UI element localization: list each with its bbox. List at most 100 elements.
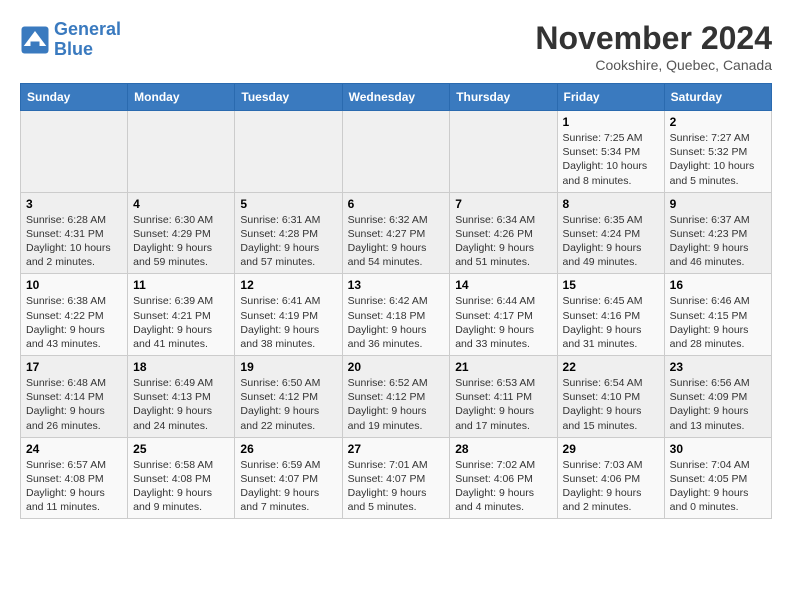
day-info: Sunrise: 6:34 AM Sunset: 4:26 PM Dayligh… [455,213,551,270]
weekday-header: Friday [557,84,664,111]
calendar-cell: 11 Sunrise: 6:39 AM Sunset: 4:21 PM Dayli… [128,274,235,356]
day-number: 10 [26,278,122,292]
day-info: Sunrise: 7:04 AM Sunset: 4:05 PM Dayligh… [670,458,766,515]
day-info: Sunrise: 6:54 AM Sunset: 4:10 PM Dayligh… [563,376,659,433]
day-number: 6 [348,197,445,211]
calendar-row: 17Sunrise: 6:48 AM Sunset: 4:14 PM Dayli… [21,356,772,438]
calendar-row: 1Sunrise: 7:25 AM Sunset: 5:34 PM Daylig… [21,111,772,193]
calendar-cell: 8 Sunrise: 6:35 AM Sunset: 4:24 PM Daylig… [557,192,664,274]
weekday-header: Sunday [21,84,128,111]
calendar-cell: 21 Sunrise: 6:53 AM Sunset: 4:11 PM Dayli… [450,356,557,438]
day-number: 30 [670,442,766,456]
day-number: 18 [133,360,229,374]
logo: General Blue [20,20,121,60]
calendar-cell: 24 Sunrise: 6:57 AM Sunset: 4:08 PM Dayli… [21,437,128,519]
calendar-row: 10 Sunrise: 6:38 AM Sunset: 4:22 PM Dayli… [21,274,772,356]
day-number: 4 [133,197,229,211]
calendar-cell [21,111,128,193]
calendar-cell [128,111,235,193]
calendar-cell: 19 Sunrise: 6:50 AM Sunset: 4:12 PM Dayli… [235,356,342,438]
logo-line2: Blue [54,39,93,59]
day-number: 9 [670,197,766,211]
weekday-header: Saturday [664,84,771,111]
day-info: Sunrise: 6:45 AM Sunset: 4:16 PM Dayligh… [563,294,659,351]
day-info: Sunrise: 6:50 AM Sunset: 4:12 PM Dayligh… [240,376,336,433]
day-info: Sunrise: 6:46 AM Sunset: 4:15 PM Dayligh… [670,294,766,351]
day-info: Sunrise: 6:31 AM Sunset: 4:28 PM Dayligh… [240,213,336,270]
day-number: 5 [240,197,336,211]
calendar-row: 3Sunrise: 6:28 AM Sunset: 4:31 PM Daylig… [21,192,772,274]
day-info: Sunrise: 6:39 AM Sunset: 4:21 PM Dayligh… [133,294,229,351]
day-info: Sunrise: 6:57 AM Sunset: 4:08 PM Dayligh… [26,458,122,515]
day-info: Sunrise: 6:42 AM Sunset: 4:18 PM Dayligh… [348,294,445,351]
day-number: 8 [563,197,659,211]
day-info: Sunrise: 6:58 AM Sunset: 4:08 PM Dayligh… [133,458,229,515]
day-number: 25 [133,442,229,456]
calendar-cell: 5 Sunrise: 6:31 AM Sunset: 4:28 PM Daylig… [235,192,342,274]
weekday-header: Thursday [450,84,557,111]
day-number: 21 [455,360,551,374]
day-info: Sunrise: 6:38 AM Sunset: 4:22 PM Dayligh… [26,294,122,351]
day-number: 19 [240,360,336,374]
logo-icon [20,25,50,55]
day-number: 23 [670,360,766,374]
calendar-cell: 14Sunrise: 6:44 AM Sunset: 4:17 PM Dayli… [450,274,557,356]
calendar-cell: 12 Sunrise: 6:41 AM Sunset: 4:19 PM Dayli… [235,274,342,356]
month-title: November 2024 [535,20,772,57]
calendar-cell: 27Sunrise: 7:01 AM Sunset: 4:07 PM Dayli… [342,437,450,519]
day-info: Sunrise: 6:59 AM Sunset: 4:07 PM Dayligh… [240,458,336,515]
calendar-cell: 6 Sunrise: 6:32 AM Sunset: 4:27 PM Daylig… [342,192,450,274]
calendar-cell [450,111,557,193]
day-number: 12 [240,278,336,292]
calendar-cell [342,111,450,193]
day-info: Sunrise: 6:41 AM Sunset: 4:19 PM Dayligh… [240,294,336,351]
calendar-cell: 13 Sunrise: 6:42 AM Sunset: 4:18 PM Dayli… [342,274,450,356]
day-number: 2 [670,115,766,129]
day-info: Sunrise: 6:30 AM Sunset: 4:29 PM Dayligh… [133,213,229,270]
day-number: 14 [455,278,551,292]
header-row: SundayMondayTuesdayWednesdayThursdayFrid… [21,84,772,111]
day-number: 11 [133,278,229,292]
day-number: 13 [348,278,445,292]
day-number: 26 [240,442,336,456]
day-number: 16 [670,278,766,292]
day-info: Sunrise: 6:53 AM Sunset: 4:11 PM Dayligh… [455,376,551,433]
calendar-cell [235,111,342,193]
calendar-cell: 15 Sunrise: 6:45 AM Sunset: 4:16 PM Dayli… [557,274,664,356]
weekday-header: Tuesday [235,84,342,111]
calendar-body: 1Sunrise: 7:25 AM Sunset: 5:34 PM Daylig… [21,111,772,519]
day-info: Sunrise: 6:56 AM Sunset: 4:09 PM Dayligh… [670,376,766,433]
calendar-cell: 4 Sunrise: 6:30 AM Sunset: 4:29 PM Daylig… [128,192,235,274]
day-info: Sunrise: 6:28 AM Sunset: 4:31 PM Dayligh… [26,213,122,270]
calendar-cell: 25 Sunrise: 6:58 AM Sunset: 4:08 PM Dayli… [128,437,235,519]
day-info: Sunrise: 6:32 AM Sunset: 4:27 PM Dayligh… [348,213,445,270]
calendar-cell: 9 Sunrise: 6:37 AM Sunset: 4:23 PM Daylig… [664,192,771,274]
calendar-cell: 23 Sunrise: 6:56 AM Sunset: 4:09 PM Dayli… [664,356,771,438]
day-number: 17 [26,360,122,374]
page-header: General Blue November 2024 Cookshire, Qu… [20,20,772,73]
calendar-cell: 10 Sunrise: 6:38 AM Sunset: 4:22 PM Dayli… [21,274,128,356]
day-number: 1 [563,115,659,129]
location: Cookshire, Quebec, Canada [535,57,772,73]
calendar-cell: 22 Sunrise: 6:54 AM Sunset: 4:10 PM Dayli… [557,356,664,438]
day-info: Sunrise: 6:37 AM Sunset: 4:23 PM Dayligh… [670,213,766,270]
calendar-header: SundayMondayTuesdayWednesdayThursdayFrid… [21,84,772,111]
day-number: 15 [563,278,659,292]
calendar-cell: 26 Sunrise: 6:59 AM Sunset: 4:07 PM Dayli… [235,437,342,519]
calendar-cell: 29Sunrise: 7:03 AM Sunset: 4:06 PM Dayli… [557,437,664,519]
weekday-header: Wednesday [342,84,450,111]
day-info: Sunrise: 7:01 AM Sunset: 4:07 PM Dayligh… [348,458,445,515]
day-number: 22 [563,360,659,374]
day-info: Sunrise: 7:27 AM Sunset: 5:32 PM Dayligh… [670,131,766,188]
calendar-cell: 3Sunrise: 6:28 AM Sunset: 4:31 PM Daylig… [21,192,128,274]
day-number: 20 [348,360,445,374]
day-number: 29 [563,442,659,456]
day-info: Sunrise: 6:49 AM Sunset: 4:13 PM Dayligh… [133,376,229,433]
calendar-cell: 20Sunrise: 6:52 AM Sunset: 4:12 PM Dayli… [342,356,450,438]
day-info: Sunrise: 7:02 AM Sunset: 4:06 PM Dayligh… [455,458,551,515]
calendar-cell: 16 Sunrise: 6:46 AM Sunset: 4:15 PM Dayli… [664,274,771,356]
day-number: 24 [26,442,122,456]
calendar-cell: 2 Sunrise: 7:27 AM Sunset: 5:32 PM Daylig… [664,111,771,193]
logo-line1: General [54,19,121,39]
day-info: Sunrise: 6:35 AM Sunset: 4:24 PM Dayligh… [563,213,659,270]
